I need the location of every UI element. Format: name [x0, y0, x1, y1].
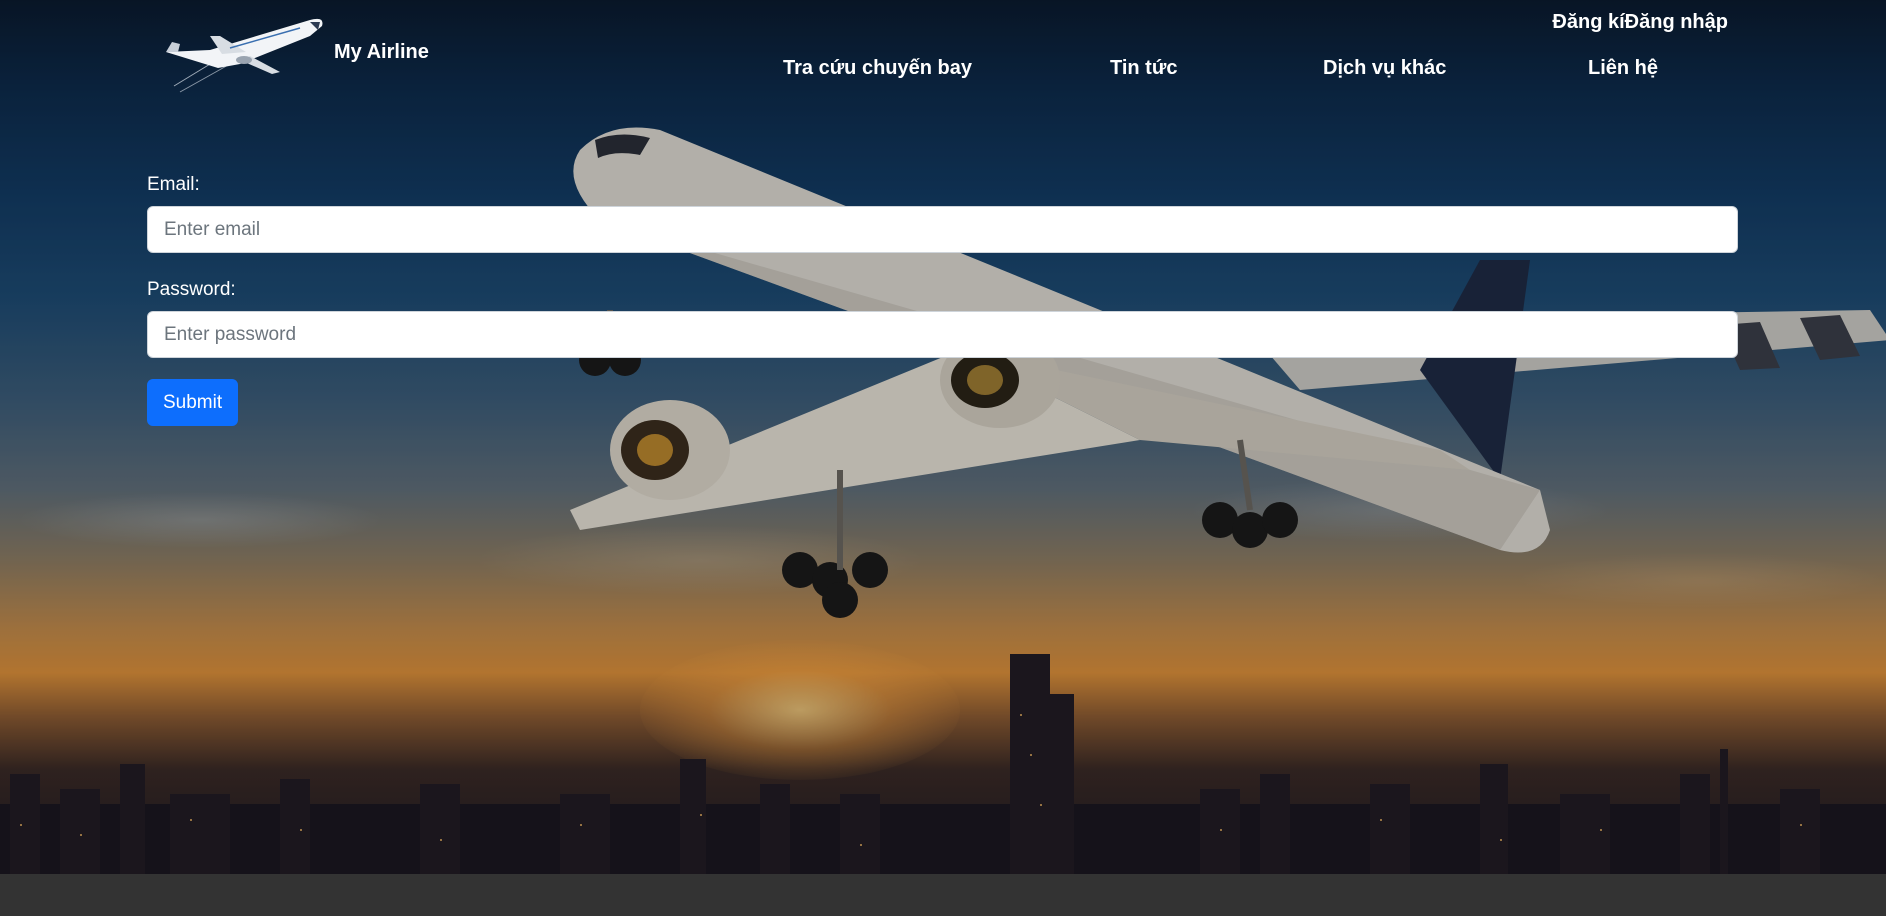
- password-field[interactable]: [147, 311, 1738, 358]
- auth-links: Đăng kíĐăng nhập: [1552, 11, 1728, 34]
- nav-other-services[interactable]: Dịch vụ khác: [1323, 57, 1446, 80]
- password-label: Password:: [147, 279, 236, 300]
- airplane-logo-icon: [166, 18, 323, 93]
- footer-bar: [0, 874, 1886, 916]
- register-link[interactable]: Đăng kí: [1552, 11, 1624, 33]
- nav-contact[interactable]: Liên hệ: [1588, 57, 1658, 80]
- background-dim-overlay: [0, 0, 1886, 874]
- brand-name[interactable]: My Airline: [334, 41, 429, 64]
- email-label: Email:: [147, 174, 200, 195]
- submit-button[interactable]: Submit: [147, 379, 239, 426]
- login-form: Email: Password: Submit: [147, 174, 1738, 426]
- login-link[interactable]: Đăng nhập: [1625, 11, 1728, 33]
- nav-flight-search[interactable]: Tra cứu chuyến bay: [783, 57, 972, 80]
- hero-background: [0, 0, 1886, 874]
- email-field[interactable]: [147, 206, 1738, 253]
- nav-news[interactable]: Tin tức: [1110, 57, 1177, 80]
